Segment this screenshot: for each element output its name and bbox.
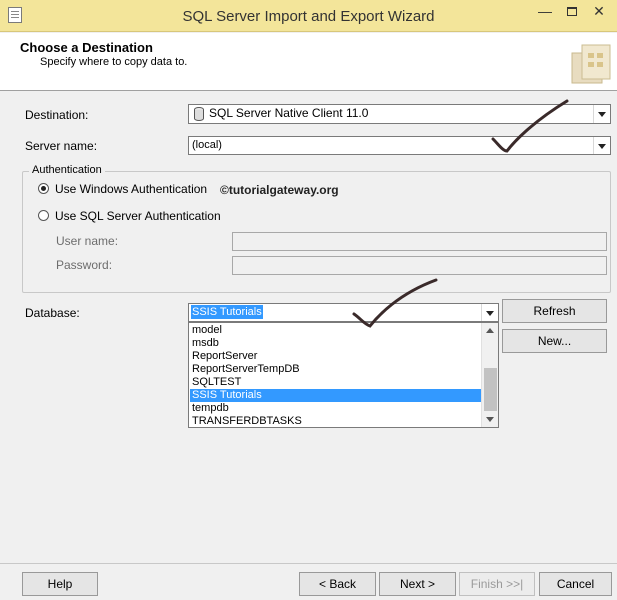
help-button[interactable]: Help [22, 572, 98, 596]
database-icon [194, 107, 204, 121]
window-title: SQL Server Import and Export Wizard [182, 8, 435, 25]
windows-auth-label[interactable]: Use Windows Authentication [55, 182, 207, 196]
cancel-button[interactable]: Cancel [539, 572, 612, 596]
new-database-button[interactable]: New... [502, 329, 607, 353]
refresh-button[interactable]: Refresh [502, 299, 607, 323]
database-option[interactable]: tempdb [190, 402, 482, 415]
maximize-button[interactable] [559, 2, 585, 22]
maximize-icon [567, 7, 577, 16]
destination-value: SQL Server Native Client 11.0 [209, 106, 369, 120]
back-button[interactable]: < Back [299, 572, 376, 596]
checkmark-annotation-server [491, 99, 569, 153]
scroll-up-icon[interactable] [486, 328, 494, 333]
footer-divider [0, 563, 617, 564]
watermark-text: ©tutorialgateway.org [220, 183, 339, 197]
username-field[interactable] [232, 232, 607, 251]
next-button[interactable]: Next > [379, 572, 456, 596]
database-option[interactable]: SQLTEST [190, 376, 482, 389]
scroll-down-icon[interactable] [486, 417, 494, 422]
database-option[interactable]: msdb [190, 337, 482, 350]
page-title: Choose a Destination [20, 40, 153, 55]
database-label: Database: [25, 306, 80, 320]
chevron-down-icon[interactable] [593, 137, 610, 154]
checkmark-annotation-database [352, 278, 438, 328]
scroll-thumb[interactable] [484, 368, 497, 411]
destination-label: Destination: [25, 108, 89, 122]
password-label: Password: [56, 258, 113, 272]
database-option[interactable]: TRANSFERDBTASKS [190, 415, 482, 428]
sql-auth-label[interactable]: Use SQL Server Authentication [55, 209, 221, 223]
title-bar: SQL Server Import and Export Wizard — ✕ [0, 0, 617, 32]
database-value: SSIS Tutorials [191, 305, 263, 319]
server-name-label: Server name: [25, 139, 98, 153]
close-button[interactable]: ✕ [586, 2, 612, 22]
wizard-header: Choose a Destination Specify where to co… [0, 33, 617, 91]
finish-button[interactable]: Finish >>| [459, 572, 535, 596]
minimize-button[interactable]: — [532, 2, 558, 22]
chevron-down-icon[interactable] [593, 105, 610, 123]
username-label: User name: [56, 234, 119, 248]
windows-auth-radio[interactable] [38, 183, 49, 194]
page-subtitle: Specify where to copy data to. [40, 56, 188, 68]
chevron-down-icon[interactable] [481, 304, 498, 321]
database-option[interactable]: ReportServer [190, 350, 482, 363]
server-name-value: (local) [192, 139, 222, 151]
database-option[interactable]: SSIS Tutorials [190, 389, 482, 402]
sql-auth-radio[interactable] [38, 210, 49, 221]
authentication-group-label: Authentication [29, 164, 105, 176]
database-dropdown-list[interactable]: model msdb ReportServer ReportServerTempDB S… [188, 322, 499, 428]
database-option[interactable]: ReportServerTempDB [190, 363, 482, 376]
wizard-banner-icon [571, 44, 611, 84]
database-select[interactable]: SSIS Tutorials [188, 303, 499, 322]
database-list-scrollbar[interactable] [481, 323, 498, 427]
